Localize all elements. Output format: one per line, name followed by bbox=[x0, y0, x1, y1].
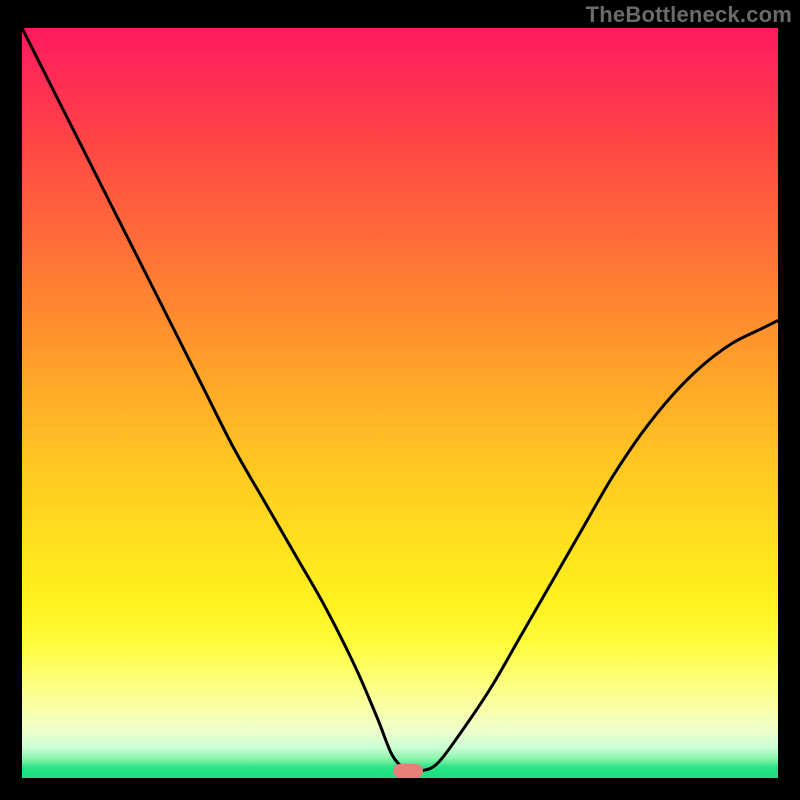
plot-frame bbox=[22, 28, 778, 778]
plot-area bbox=[22, 28, 778, 778]
curve-line bbox=[22, 28, 778, 778]
chart-container: TheBottleneck.com bbox=[0, 0, 800, 800]
minimum-marker bbox=[393, 764, 423, 778]
watermark-text: TheBottleneck.com bbox=[586, 2, 792, 28]
